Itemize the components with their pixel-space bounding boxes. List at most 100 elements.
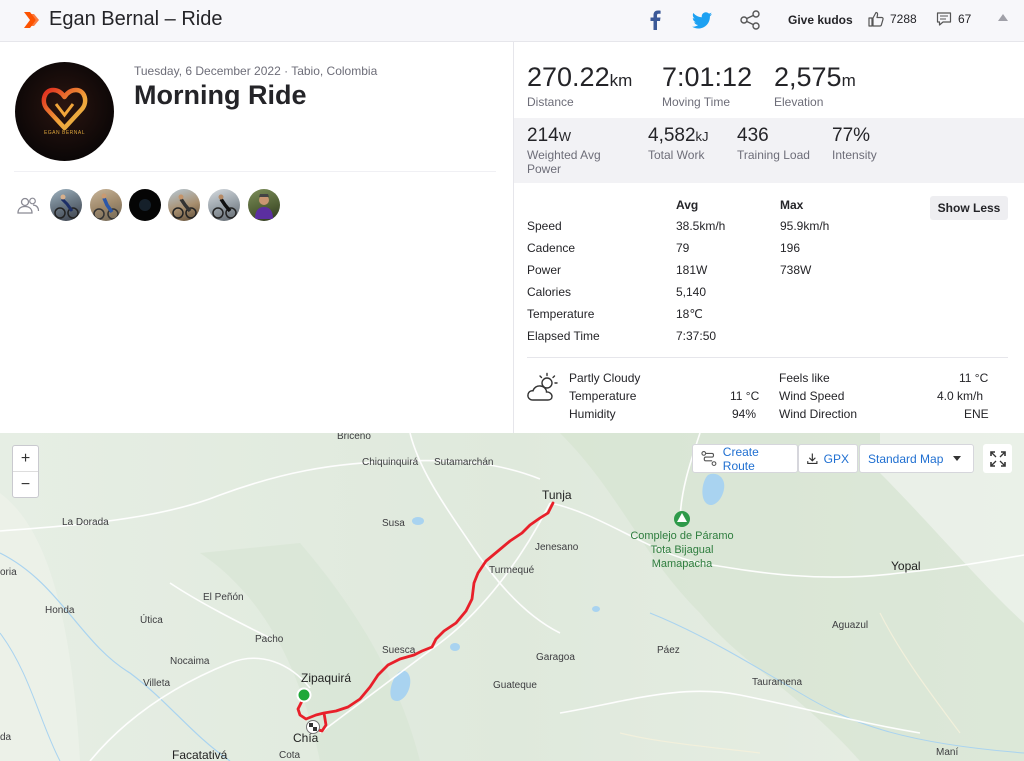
group-athlete-avatar[interactable]: [248, 189, 280, 221]
heart-logo-icon: [41, 87, 88, 131]
weather-condition: Partly Cloudy: [569, 371, 641, 385]
map-label: El Peñón: [203, 592, 244, 603]
zoom-controls: + −: [12, 445, 39, 498]
column-header-avg: Avg: [676, 198, 699, 212]
row-avg: 5,140: [676, 285, 707, 299]
stat-distance: 270.22km Distance: [527, 62, 632, 109]
map-label: Páez: [657, 645, 680, 656]
map-label: Yopal: [891, 559, 921, 573]
group-athlete-avatar[interactable]: [168, 189, 200, 221]
chevron-down-icon: [953, 456, 962, 461]
map-label: Aguazul: [832, 620, 869, 631]
gpx-download-button[interactable]: GPX: [798, 444, 858, 473]
route-map[interactable]: Briceño Chiquinquirá Sutamarchán Tunja L…: [0, 433, 1024, 761]
stat-value: 270.22: [527, 62, 610, 92]
map-label: Suesca: [382, 645, 416, 656]
stat-label: Total Work: [648, 148, 705, 162]
route-icon: [701, 450, 717, 467]
map-label: Nocaima: [170, 656, 210, 667]
twitter-icon[interactable]: [692, 12, 712, 29]
table-row: Speed 38.5km/h 95.9km/h: [527, 219, 1007, 241]
partly-cloudy-icon: [527, 372, 558, 401]
map-label: Cota: [279, 750, 301, 761]
map-label: Honda: [45, 605, 75, 616]
comment-icon: [936, 12, 952, 26]
map-label: Sutamarchán: [434, 457, 494, 468]
avatar-brand-text: EGAN BERNAL: [43, 130, 86, 136]
group-athlete-avatar[interactable]: [129, 189, 161, 221]
comment-count-text: 67: [958, 12, 972, 26]
zoom-out-button[interactable]: −: [13, 472, 38, 498]
stat-total-work: 4,582kJ Total Work: [648, 125, 709, 162]
weather-temp-label: Temperature: [569, 389, 637, 403]
map-type-select[interactable]: Standard Map: [859, 444, 974, 473]
panel-separator: [513, 42, 514, 434]
divider: [14, 171, 496, 172]
map-label: Turmequé: [489, 565, 535, 576]
stat-label: Elevation: [774, 95, 824, 109]
stat-intensity: 77% Intensity: [832, 125, 877, 162]
kudos-count-text: 7288: [890, 12, 917, 26]
map-label: Tunja: [542, 488, 572, 502]
facebook-icon[interactable]: [648, 10, 662, 30]
weather-feels-like-value: 11 °C: [959, 371, 989, 385]
cyclist-photo-icon: [212, 194, 237, 219]
stat-value: 7:01:12: [662, 62, 753, 92]
map-label: Maní: [936, 747, 959, 758]
stat-unit: km: [609, 71, 633, 90]
stat-value: 2,575: [774, 62, 842, 92]
row-max: 196: [780, 241, 801, 255]
thumbs-up-icon: [868, 11, 884, 27]
stat-value: 436: [737, 125, 769, 146]
zoom-in-button[interactable]: +: [13, 446, 38, 472]
create-route-button[interactable]: Create Route: [692, 444, 798, 473]
stat-label: Moving Time: [662, 95, 731, 109]
cyclist-photo-icon: [172, 194, 197, 219]
stat-label: Training Load: [737, 148, 810, 162]
table-row: Temperature 18℃: [527, 307, 1007, 329]
map-label: Chiquinquirá: [362, 457, 419, 468]
fullscreen-button[interactable]: [983, 444, 1012, 473]
row-label: Power: [527, 263, 562, 277]
stat-unit: W: [558, 129, 571, 144]
dark-photo-icon: [139, 199, 151, 211]
map-label: Pacho: [255, 634, 284, 645]
map-terrain: [0, 433, 1024, 761]
table-row: Cadence 79 196: [527, 241, 1007, 263]
stat-training-load: 436 Training Load: [737, 125, 810, 162]
stat-unit: m: [841, 71, 856, 90]
stat-label: Intensity: [832, 148, 877, 162]
stat-moving-time: 7:01:12 Moving Time: [662, 62, 752, 109]
group-athlete-avatar[interactable]: [90, 189, 122, 221]
map-label: Facatativá: [172, 748, 228, 761]
map-label: Guateque: [493, 680, 537, 691]
row-max: 738W: [780, 263, 812, 277]
map-label: Garagoa: [536, 652, 575, 663]
map-label: Briceño: [337, 433, 371, 442]
activity-date-location: Tuesday, 6 December 2022 · Tabio, Colomb…: [134, 64, 378, 78]
row-label: Elapsed Time: [527, 329, 600, 343]
map-label: oria: [0, 567, 17, 578]
show-less-button[interactable]: Show Less: [930, 196, 1008, 220]
stat-value: 4,582: [648, 125, 696, 146]
kudos-count[interactable]: 7288: [868, 11, 917, 27]
group-athlete-avatar[interactable]: [50, 189, 82, 221]
create-route-label: Create Route: [722, 444, 759, 473]
table-row: Elapsed Time 7:37:50: [527, 329, 1007, 351]
weather-humidity-label: Humidity: [569, 407, 616, 421]
divider: [527, 357, 1008, 358]
share-icon[interactable]: [739, 10, 761, 30]
group-athlete-avatar[interactable]: [208, 189, 240, 221]
give-kudos-button[interactable]: Give kudos: [788, 13, 853, 27]
row-label: Calories: [527, 285, 572, 299]
athlete-avatar[interactable]: EGAN BERNAL: [15, 62, 114, 161]
table-row: Calories 5,140: [527, 285, 1007, 307]
stat-label: Distance: [527, 95, 574, 109]
map-label: da: [0, 732, 12, 743]
cyclist-photo-icon: [54, 194, 79, 219]
stat-value: 214: [527, 125, 559, 146]
column-header-max: Max: [780, 198, 804, 212]
collapse-caret-icon[interactable]: [998, 14, 1008, 21]
comment-count[interactable]: 67: [936, 11, 971, 27]
cyclist-photo-icon: [93, 193, 119, 220]
